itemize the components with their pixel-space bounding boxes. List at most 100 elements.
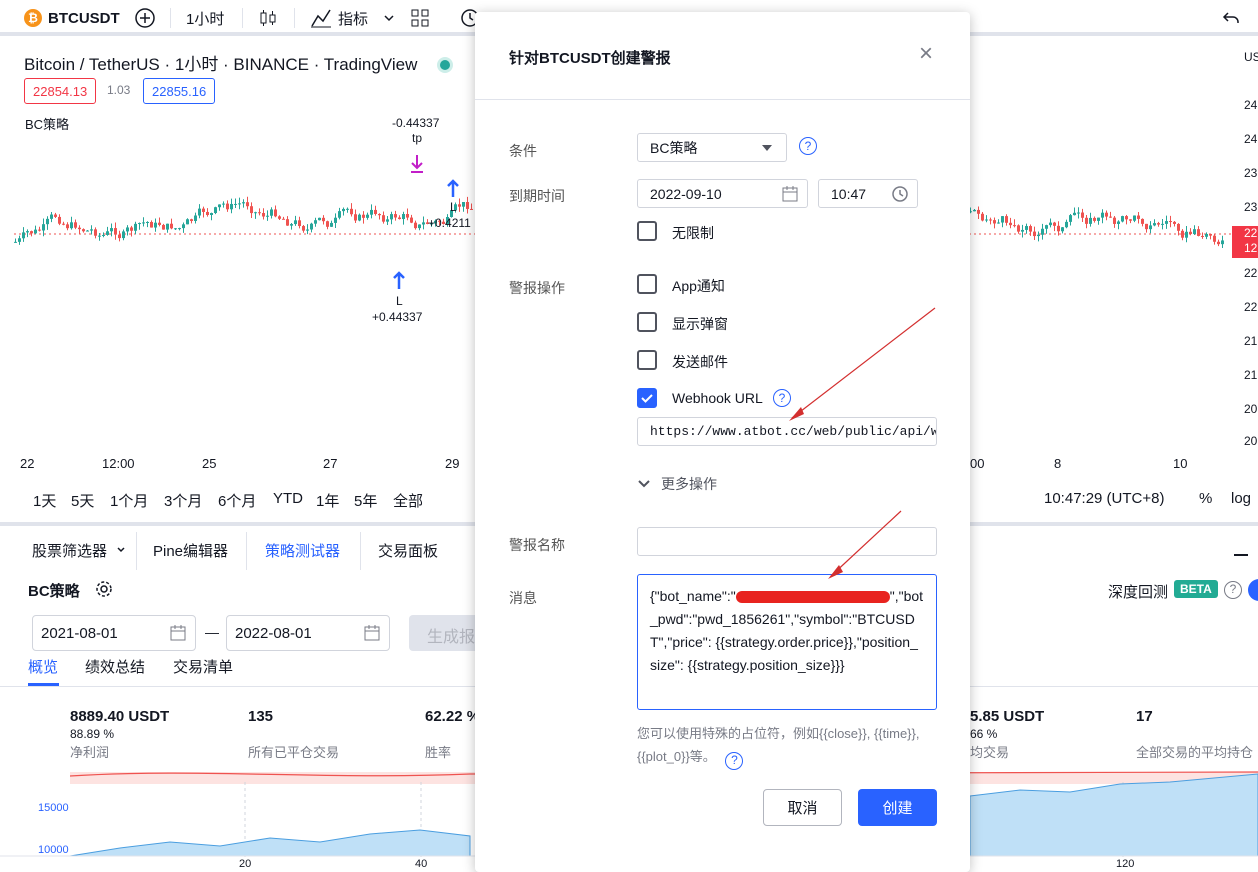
candle-body bbox=[1137, 215, 1140, 219]
date-from-input[interactable]: 2021-08-01 bbox=[32, 615, 196, 651]
range-5y[interactable]: 5年 bbox=[354, 490, 377, 511]
deep-backtest-toggle[interactable] bbox=[1248, 579, 1258, 601]
calendar-icon bbox=[364, 625, 380, 641]
candle-body bbox=[126, 227, 129, 232]
send-email-checkbox[interactable] bbox=[637, 350, 657, 370]
placeholder-hint: 您可以使用特殊的占位符，例如{{close}}, {{time}}, {{plo… bbox=[637, 722, 937, 770]
alert-name-input[interactable] bbox=[637, 527, 937, 556]
webhook-label: Webhook URL bbox=[672, 390, 763, 406]
subtab-performance[interactable]: 绩效总结 bbox=[85, 656, 145, 677]
range-5d[interactable]: 5天 bbox=[71, 490, 94, 511]
candle-body bbox=[1033, 231, 1036, 237]
cancel-button[interactable]: 取消 bbox=[763, 789, 842, 826]
help-icon[interactable]: ? bbox=[1224, 581, 1242, 599]
candle-body bbox=[1169, 221, 1172, 223]
candle-body bbox=[993, 220, 996, 224]
condition-help-icon[interactable]: ? bbox=[799, 137, 817, 155]
indicators-button[interactable]: 指标 bbox=[310, 6, 368, 30]
tab-pine-editor[interactable]: Pine编辑器 bbox=[153, 540, 228, 561]
close-icon[interactable]: × bbox=[919, 42, 933, 66]
range-1y[interactable]: 1年 bbox=[316, 490, 339, 511]
percent-toggle[interactable]: % bbox=[1199, 490, 1212, 507]
webhook-help-icon[interactable]: ? bbox=[773, 389, 791, 407]
candle-body bbox=[1037, 234, 1040, 237]
create-button[interactable]: 创建 bbox=[858, 789, 937, 826]
chevron-down-icon[interactable] bbox=[382, 6, 396, 30]
candle-body bbox=[402, 214, 405, 220]
candle-body bbox=[74, 222, 77, 228]
candle-body bbox=[18, 238, 21, 242]
tab-stock-screener[interactable]: 股票筛选器 bbox=[32, 540, 127, 561]
candle-body bbox=[1189, 231, 1192, 235]
bid-price[interactable]: 22854.13 bbox=[24, 78, 97, 104]
candle-body bbox=[422, 222, 425, 225]
range-3m[interactable]: 3个月 bbox=[164, 490, 202, 511]
condition-select[interactable]: BC策略 bbox=[637, 133, 787, 162]
settings-gear-icon[interactable] bbox=[95, 580, 113, 601]
tab-strategy-tester[interactable]: 策略测试器 bbox=[265, 540, 340, 561]
candle-body bbox=[198, 208, 201, 216]
ask-price[interactable]: 22855.16 bbox=[143, 78, 216, 104]
symbol-button[interactable]: ₿ BTCUSDT bbox=[24, 6, 120, 30]
candle-body bbox=[310, 223, 313, 230]
generate-report-button[interactable]: 生成报 bbox=[409, 615, 479, 651]
expiry-date-value: 2022-09-10 bbox=[650, 185, 722, 202]
webhook-url-input[interactable]: https://www.atbot.cc/web/public/api/we bbox=[637, 417, 937, 446]
x-axis-label: 25 bbox=[202, 456, 217, 471]
app-notification-checkbox[interactable] bbox=[637, 274, 657, 294]
interval-button[interactable]: 1小时 bbox=[186, 6, 224, 30]
undo-icon[interactable] bbox=[1222, 6, 1240, 30]
minimize-icon[interactable] bbox=[1234, 554, 1248, 556]
layout-grid-icon[interactable] bbox=[410, 6, 430, 30]
range-6m[interactable]: 6个月 bbox=[218, 490, 256, 511]
strategy-legend[interactable]: BC策略 bbox=[25, 114, 69, 133]
more-actions-toggle[interactable]: 更多操作 bbox=[637, 474, 717, 494]
candle-body bbox=[1113, 217, 1116, 224]
candle-body bbox=[278, 216, 281, 219]
alert-name-label: 警报名称 bbox=[509, 537, 565, 553]
entry-tag-2-label: L bbox=[450, 200, 457, 214]
log-toggle[interactable]: log bbox=[1231, 490, 1251, 507]
subtab-trades[interactable]: 交易清单 bbox=[173, 656, 233, 677]
condition-label: 条件 bbox=[509, 143, 537, 159]
closed-trades-label: 所有已平仓交易 bbox=[248, 745, 340, 760]
range-1d[interactable]: 1天 bbox=[33, 490, 56, 511]
entry-tag-label: L bbox=[396, 294, 403, 308]
candle-body bbox=[134, 223, 137, 231]
tab-divider bbox=[360, 532, 361, 570]
message-label: 消息 bbox=[509, 590, 537, 606]
clock-readout[interactable]: 10:47:29 (UTC+8) bbox=[1044, 490, 1164, 507]
strategy-name: BC策略 bbox=[28, 583, 80, 600]
expiry-time-input[interactable]: 10:47 bbox=[818, 179, 918, 208]
candles-icon[interactable] bbox=[258, 6, 278, 30]
add-symbol-icon[interactable] bbox=[134, 6, 156, 30]
tab-trading-panel[interactable]: 交易面板 bbox=[378, 540, 438, 561]
hint-help-icon[interactable]: ? bbox=[725, 751, 744, 770]
y-axis-label: 22 bbox=[1244, 266, 1258, 280]
last-price-tag-line: 12 bbox=[1244, 241, 1258, 255]
unlimited-checkbox[interactable] bbox=[637, 221, 657, 241]
candle-body bbox=[202, 208, 205, 212]
candle-body bbox=[222, 203, 225, 205]
webhook-checkbox[interactable] bbox=[637, 388, 657, 408]
range-ytd[interactable]: YTD bbox=[273, 490, 303, 507]
candle-body bbox=[1213, 235, 1216, 242]
chart-title-text: Bitcoin / TetherUS · 1小时 · BINANCE · Tra… bbox=[24, 55, 418, 74]
expiry-date-input[interactable]: 2022-09-10 bbox=[637, 179, 808, 208]
y-axis-label: 22 bbox=[1244, 300, 1258, 314]
message-textarea[interactable]: {"bot_name":" ","bot_pwd":"pwd_1856261","… bbox=[637, 574, 937, 710]
indicators-icon bbox=[311, 9, 331, 28]
condition-value: BC策略 bbox=[650, 139, 698, 156]
candle-body bbox=[386, 219, 389, 222]
date-to-input[interactable]: 2022-08-01 bbox=[226, 615, 390, 651]
show-popup-checkbox[interactable] bbox=[637, 312, 657, 332]
candle-body bbox=[102, 234, 105, 236]
tab-label: 股票筛选器 bbox=[32, 543, 108, 560]
candle-body bbox=[322, 217, 325, 222]
subtab-overview[interactable]: 概览 bbox=[28, 656, 58, 677]
range-1m[interactable]: 1个月 bbox=[110, 490, 148, 511]
last-price-tag-line: 22 bbox=[1244, 226, 1258, 240]
x-axis-label: 27 bbox=[323, 456, 338, 471]
redacted-scribble bbox=[735, 591, 890, 604]
range-all[interactable]: 全部 bbox=[393, 490, 423, 511]
